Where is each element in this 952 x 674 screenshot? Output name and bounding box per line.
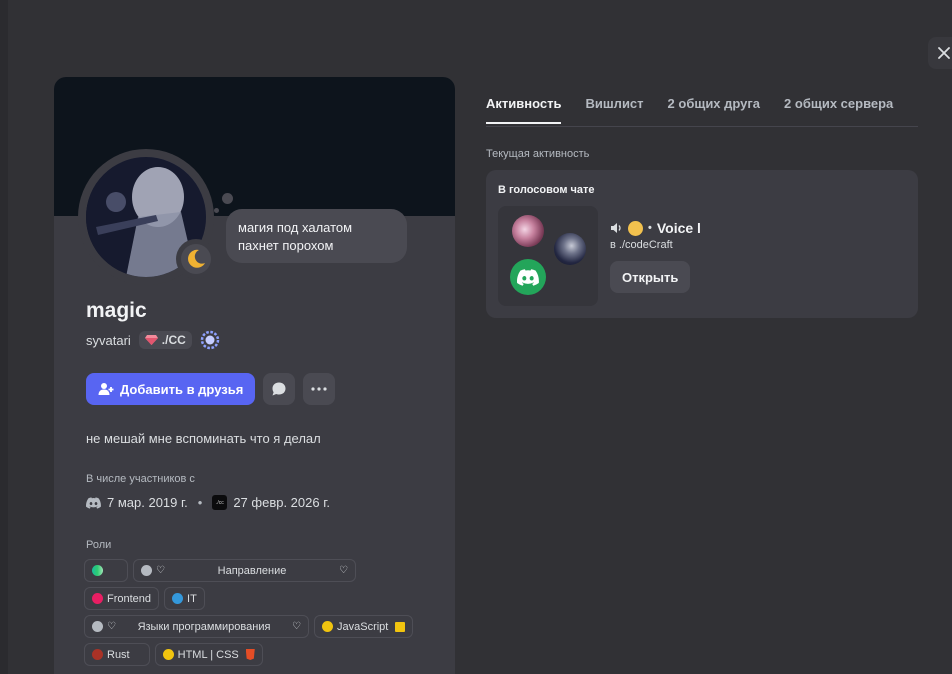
heart-icon: ♡ [292,621,301,632]
role-color-dot [322,621,333,632]
role-pill[interactable]: Rust [84,643,150,666]
moon-icon [188,249,205,268]
username[interactable]: syvatari [86,333,131,348]
role-pill[interactable]: JavaScript [314,615,414,638]
heart-icon: ♡ [156,565,165,576]
role-color-dot [92,565,103,576]
tab-wishlist[interactable]: Вишлист [585,96,643,123]
tab-mutual-friends[interactable]: 2 общих друга [668,96,761,123]
role-color-dot [141,565,152,576]
role-name: JavaScript [337,620,389,633]
profile-modal: магия под халатом пахнет порохом magic s… [0,0,952,674]
status-indicator [176,239,216,279]
avatar-container[interactable] [78,149,216,285]
message-button[interactable] [263,373,296,405]
roles-list: ♡ Направление ♡ Frontend IT ♡ Языки прог… [84,559,424,671]
participant-avatar [554,233,586,265]
profile-actions: Добавить в друзья [86,373,336,405]
username-row: syvatari ./CC [86,329,220,351]
badge-icon[interactable] [200,330,220,350]
activity-card-title: В голосовом чате [498,184,595,196]
gem-icon [144,335,158,345]
guild-tag[interactable]: ./CC [138,331,192,349]
role-color-dot [162,649,174,660]
discord-icon [86,496,101,509]
role-color-dot [172,593,184,604]
role-pill[interactable]: ♡ Языки программирования ♡ [84,615,309,638]
voice-channel-name[interactable]: Voice l [657,220,701,236]
server-icon: ./cc [212,495,228,510]
voice-activity-card: В голосовом чате • Voice l в ./codeCraft [486,170,918,318]
voice-participants-art[interactable] [498,206,598,306]
role-name: HTML | CSS [177,648,239,661]
voice-server-name[interactable]: в ./codeCraft [610,239,701,251]
more-button[interactable] [303,373,336,405]
profile-tabs: Активность Вишлист 2 общих друга 2 общих… [486,96,893,124]
speaker-icon [611,223,621,233]
role-pill[interactable]: ♡ Направление ♡ [133,559,356,582]
role-name: Направление [217,564,287,577]
role-name: IT [187,592,197,605]
bubble-tail-small [214,208,219,213]
role-pill[interactable]: Frontend [84,587,160,610]
current-activity-label: Текущая активность [486,148,590,160]
chat-bubble-icon [272,382,286,396]
add-friend-button[interactable]: Добавить в друзья [86,373,256,405]
guild-tag-label: ./CC [161,333,186,347]
role-name: Языки программирования [137,620,271,633]
role-color-dot [92,593,103,604]
bubble-tail [222,193,233,204]
role-name: Rust [107,648,130,661]
separator-dot: • [648,222,652,234]
roles-label: Роли [86,539,112,551]
tab-activity[interactable]: Активность [486,96,562,124]
separator-dot: • [197,495,203,510]
heart-icon: ♡ [107,621,116,632]
role-color-dot [92,649,103,660]
open-button[interactable]: Открыть [610,261,691,293]
role-color-dot [92,621,103,632]
discord-icon [510,259,546,295]
tabs-divider [486,126,918,127]
tab-mutual-servers[interactable]: 2 общих сервера [784,96,893,123]
participant-avatar [512,215,544,247]
js-icon [395,621,406,632]
member-since-label: В числе участников с [86,473,195,485]
server-join-date: 27 февр. 2026 г. [233,495,330,510]
role-pill[interactable]: IT [164,587,205,610]
add-friend-icon [98,383,114,395]
display-name: magic [86,299,147,322]
role-name: Frontend [107,592,152,605]
status-bubble[interactable]: магия под халатом пахнет порохом [226,209,407,263]
smiley-emoji-icon [628,220,643,236]
heart-icon: ♡ [339,565,348,576]
profile-card: магия под халатом пахнет порохом magic s… [54,77,455,674]
add-friend-label: Добавить в друзья [120,381,244,397]
html5-icon [245,649,255,660]
bio: не мешай мне вспоминать что я делал [86,431,321,446]
member-since-row: 7 мар. 2019 г. • ./cc 27 февр. 2026 г. [86,495,330,510]
role-pill[interactable] [84,559,128,582]
discord-join-date: 7 мар. 2019 г. [107,495,188,510]
more-icon [311,387,327,391]
voice-channel-info: • Voice l в ./codeCraft [610,220,701,251]
role-pill[interactable]: HTML | CSS [154,643,263,666]
